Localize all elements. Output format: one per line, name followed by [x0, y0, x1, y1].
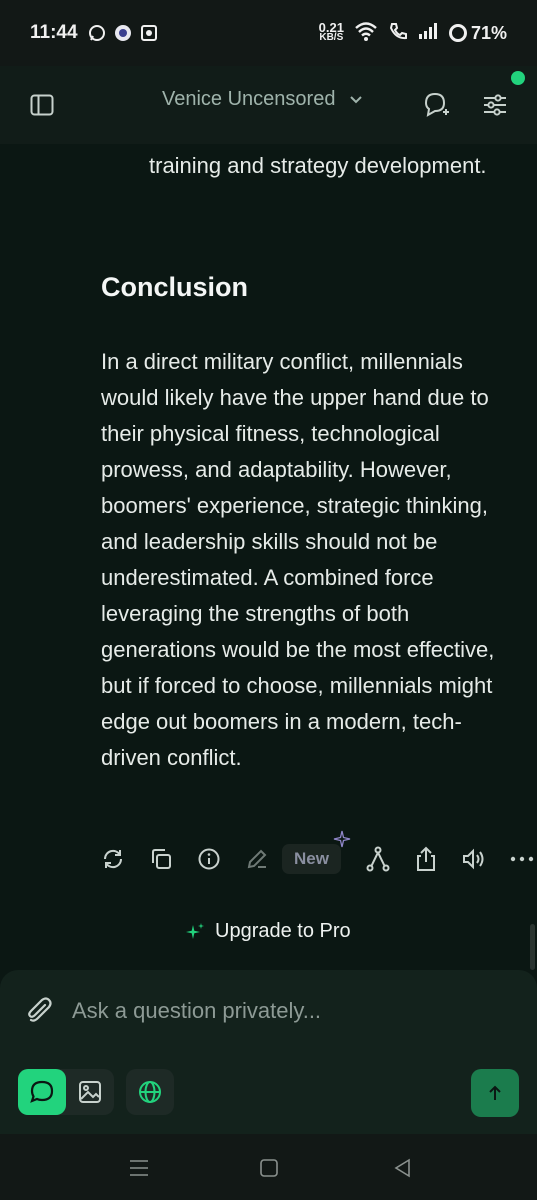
new-chat-icon [424, 92, 449, 117]
signal-icon [418, 22, 438, 45]
battery: 71% [448, 23, 507, 44]
wifi-icon [354, 21, 378, 46]
mode-selector [18, 1069, 174, 1115]
sparkle-icon [186, 922, 204, 939]
share-button[interactable] [411, 844, 441, 874]
edit-button[interactable] [242, 844, 272, 874]
paperclip-icon [28, 997, 52, 1022]
sidebar-icon [30, 94, 54, 116]
menu-icon [130, 1160, 148, 1176]
text-mode-button[interactable] [18, 1069, 66, 1115]
read-aloud-button[interactable] [459, 844, 489, 874]
share-icon [416, 846, 435, 871]
sidebar-toggle-button[interactable] [22, 85, 62, 125]
edit-icon [247, 849, 267, 869]
sparkle-icon [333, 830, 351, 848]
status-bar: 11:44 0.21 KB/S 71% [0, 0, 537, 66]
wifi-calling-icon [388, 21, 408, 46]
chat-bubble-icon [30, 1080, 54, 1103]
fork-icon [366, 846, 390, 872]
message-actions: New [98, 830, 537, 874]
info-button[interactable] [194, 844, 224, 874]
message-paragraph: In a direct military conflict, millennia… [101, 349, 495, 770]
globe-icon [139, 1081, 161, 1103]
arrow-up-icon [489, 1085, 501, 1100]
new-chat-button[interactable] [416, 85, 456, 125]
sliders-icon [484, 94, 506, 116]
chevron-down-icon [350, 95, 363, 103]
model-selector[interactable]: Venice Uncensored [162, 88, 363, 111]
attach-button[interactable] [24, 996, 54, 1026]
composer: Ask a question privately... [0, 970, 537, 1134]
info-icon [198, 848, 220, 870]
web-search-button[interactable] [126, 1069, 174, 1115]
copy-icon [152, 849, 171, 869]
speaker-icon [462, 848, 484, 870]
home-square-icon [260, 1159, 278, 1177]
send-button[interactable] [471, 1069, 519, 1117]
chat-content: training and strategy development. Concl… [0, 144, 537, 970]
message-text: training and strategy development. [149, 153, 487, 178]
image-mode-button[interactable] [66, 1069, 114, 1115]
model-name: Venice Uncensored [162, 88, 336, 110]
back-button[interactable] [391, 1156, 415, 1180]
back-triangle-icon [394, 1158, 410, 1178]
upgrade-to-pro-link[interactable]: Upgrade to Pro [185, 920, 351, 943]
new-badge[interactable]: New [282, 830, 351, 874]
copy-button[interactable] [146, 844, 176, 874]
regenerate-button[interactable] [98, 844, 128, 874]
app-icon [140, 24, 158, 42]
more-icon [510, 856, 534, 862]
home-button[interactable] [257, 1156, 281, 1180]
fork-button[interactable] [363, 844, 393, 874]
status-time: 11:44 [30, 22, 78, 43]
battery-ring-icon [448, 24, 467, 42]
net-speed: 0.21 KB/S [318, 20, 344, 43]
settings-button[interactable] [475, 85, 515, 125]
app-header: Venice Uncensored [0, 66, 537, 144]
system-nav-bar [0, 1134, 537, 1200]
message-input[interactable]: Ask a question privately... [72, 998, 321, 1024]
whatsapp-icon [88, 24, 106, 42]
online-status-dot [511, 71, 525, 85]
recents-button[interactable] [127, 1156, 151, 1180]
image-icon [79, 1081, 101, 1103]
regenerate-icon [103, 849, 123, 869]
message-heading: Conclusion [101, 272, 248, 302]
scrollbar[interactable] [530, 924, 535, 970]
app-icon [114, 24, 132, 42]
more-button[interactable] [507, 844, 537, 874]
